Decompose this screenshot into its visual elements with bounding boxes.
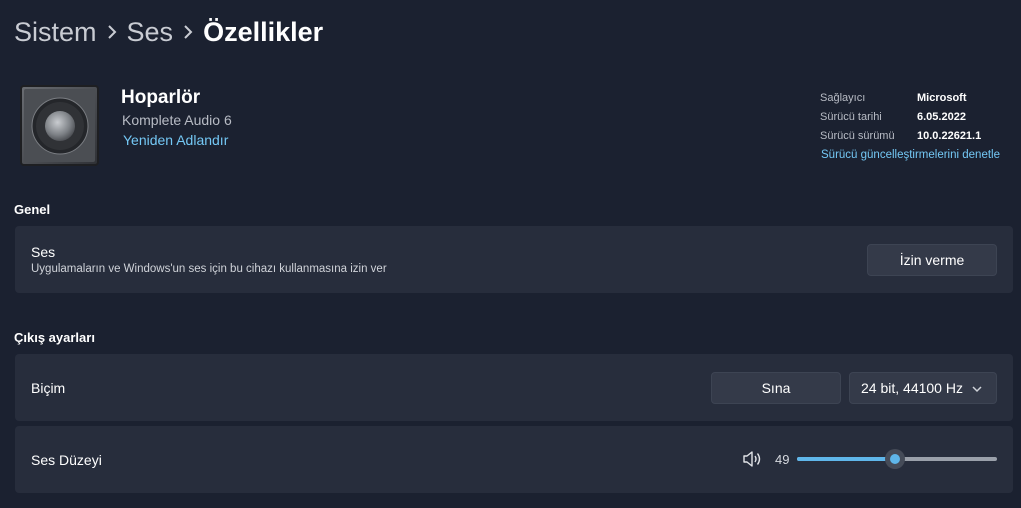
page-title: Özellikler [203,16,324,47]
speaker-icon [20,85,100,167]
section-title-general: Genel [14,202,51,217]
provider-value: Microsoft [917,92,967,104]
dont-allow-button[interactable]: İzin verme [867,244,997,276]
device-name: Hoparlör [121,87,201,108]
audio-permission-card: Ses Uygulamaların ve Windows'un ses için… [15,226,1013,293]
volume-card: Ses Düzeyi 49 [15,426,1013,493]
device-model: Komplete Audio 6 [122,112,232,128]
driver-date-value: 6.05.2022 [917,111,966,123]
breadcrumb-item-sistem[interactable]: Sistem [14,17,97,48]
volume-slider[interactable] [797,449,997,469]
chevron-down-icon [970,382,984,396]
chevron-right-icon [173,25,203,39]
driver-version-value: 10.0.22621.1 [917,130,982,142]
driver-date-label: Sürücü tarihi [820,111,882,123]
driver-version-label: Sürücü sürümü [820,130,895,142]
audio-card-description: Uygulamaların ve Windows'un ses için bu … [31,263,387,275]
volume-slider-thumb[interactable] [885,449,905,469]
audio-card-title: Ses [31,244,56,260]
breadcrumb: Sistem Ses Özellikler [14,14,323,50]
format-card: Biçim Sına 24 bit, 44100 Hz [15,354,1013,421]
format-dropdown[interactable]: 24 bit, 44100 Hz [849,372,997,404]
test-button[interactable]: Sına [711,372,841,404]
check-driver-updates-link[interactable]: Sürücü güncelleştirmelerini denetle [821,149,1000,161]
chevron-right-icon [97,25,127,39]
format-label: Biçim [31,380,66,396]
provider-label: Sağlayıcı [820,92,866,104]
rename-link[interactable]: Yeniden Adlandır [123,132,228,148]
volume-value: 49 [775,452,790,467]
speaker-volume-icon[interactable] [742,450,762,468]
breadcrumb-item-ses[interactable]: Ses [127,17,174,48]
format-dropdown-value: 24 bit, 44100 Hz [861,380,963,396]
volume-label: Ses Düzeyi [31,452,102,468]
volume-slider-thumb-dot [890,454,900,464]
volume-slider-fill [797,457,895,461]
section-title-output: Çıkış ayarları [14,330,95,345]
